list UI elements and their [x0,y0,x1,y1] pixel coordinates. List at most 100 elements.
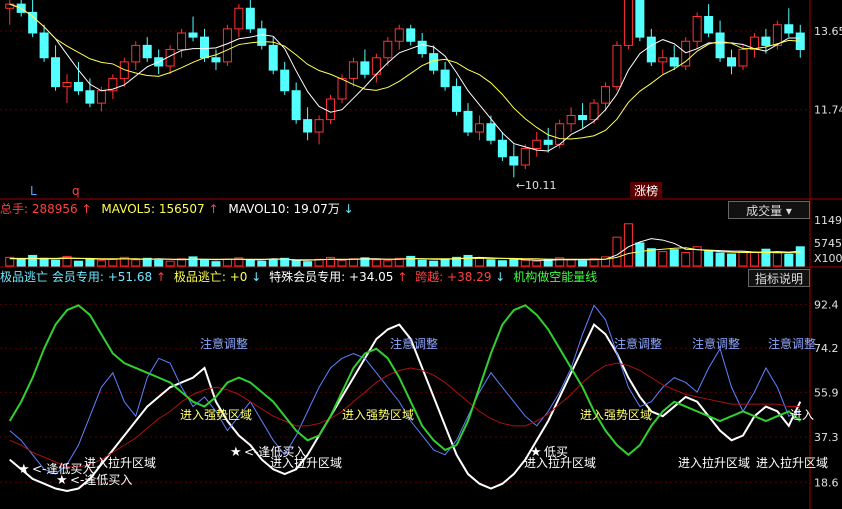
mavol5-label: MAVOL5: [101,202,156,216]
volume-bar [623,223,633,267]
volume-bar [463,254,473,267]
indicator-tick-label: 74.2 [814,342,839,355]
volume-bar [715,252,725,267]
volume-bar [257,260,267,267]
candle-body [73,82,83,92]
volume-bar [772,252,782,267]
volume-bar [131,259,141,267]
volume-bar [497,260,507,267]
up-arrow-icon: ↑ [155,270,167,284]
up-arrow-icon: ↑ [208,202,219,216]
volume-bar [578,260,588,267]
candle-body [85,90,95,104]
indicator-line [8,304,801,457]
candle-body [245,7,255,30]
volume-tick-label: 5745 [814,237,842,250]
candle-body [474,123,484,133]
volume-bar [291,260,301,267]
candle-body [383,40,393,59]
volume-bar [165,260,175,267]
candle-body [51,57,61,88]
low-price-annotation: ←10.11 [516,179,557,192]
volume-bar [474,257,484,267]
candle-body [142,44,152,59]
pull-up-zone-label: 进入拉升区域 [84,455,156,470]
candle-body [440,69,450,88]
volume-bar [520,259,530,267]
special-member-label: 特殊会员专用: [269,270,346,284]
volume-bar [326,256,336,267]
price-candles [5,0,805,178]
candle-body [337,77,347,100]
candle-body [268,44,278,71]
candle-body [692,16,702,42]
candle-body [39,32,49,59]
candle-body [532,139,542,149]
candle-body [62,82,72,88]
candle-body [738,49,748,67]
mavol5-value: 156507 [158,202,205,216]
candle-body [715,32,725,59]
candle-body [486,123,496,141]
volume-bar [440,258,450,267]
member-value: +51.68 [107,270,153,284]
candle-body [291,90,301,121]
pull-up-zone-label-cut: 进入拉升区域 [756,455,828,470]
candle-body [600,86,611,104]
volume-bar [85,258,95,267]
volume-bar [211,261,221,267]
attention-label: 注意调整 [390,336,438,351]
candle-body [222,28,232,63]
volume-bar [371,259,381,267]
candle-body [669,57,679,67]
candle-body [612,44,622,88]
candle-body [28,11,38,34]
volume-dropdown[interactable]: 成交量 ▾ [728,201,810,219]
price-tick-label: 13.65 [814,25,842,38]
volume-bar [681,252,691,267]
candle-body [463,110,473,133]
stock-chart: 13.65 11.74 1149 5745 X100 92.4 74.2 55.9 37.3 18… [0,0,842,509]
low-buy-label: <-逢低买入 [244,445,306,459]
candle-body [96,90,106,104]
candle-body [348,61,358,79]
volume-bar [268,259,278,267]
volume-bar [566,259,576,267]
candle-body [131,44,141,63]
volume-bar [39,257,49,267]
candle-body [360,61,370,75]
volume-bar [486,259,496,267]
up-arrow-icon: ↑ [81,202,92,216]
volume-bar [51,259,61,267]
volume-bar [658,251,668,267]
candle-body [784,24,794,34]
strong-zone-label: 进入强势区域 [180,408,252,422]
indicator-help-button[interactable]: 指标说明 [748,269,810,287]
chevron-down-icon: ▾ [785,204,792,218]
attention-label: 注意调整 [614,336,662,351]
down-arrow-icon: ↓ [495,270,506,284]
candle-body [280,69,290,92]
up-arrow-icon: ↑ [397,270,408,284]
candle-body [234,7,244,30]
volume-bar [417,259,427,267]
strong-zone-label: 进入强势区域 [342,408,414,422]
special-member-value: +34.05 [349,270,394,284]
candle-body [394,28,404,42]
escape-value: +0 [229,270,248,284]
candle-body [761,36,771,46]
mavol10-label: MAVOL10: [228,202,290,216]
marker-l: L [30,184,37,198]
volume-bar [704,250,714,267]
marker-q: q [72,184,80,198]
volume-bar [96,260,106,267]
volume-bar [73,260,83,267]
indicator-tick-label: 37.3 [814,431,839,444]
attention-label: 注意调整 [768,336,816,351]
volume-bar [727,253,737,267]
volume-bar [303,261,313,267]
candle-body [497,139,507,158]
cross-label: 跨越: [415,270,444,284]
star-icon: ★ [56,473,68,488]
pull-up-zone-label: 进入拉升区域 [678,455,750,470]
